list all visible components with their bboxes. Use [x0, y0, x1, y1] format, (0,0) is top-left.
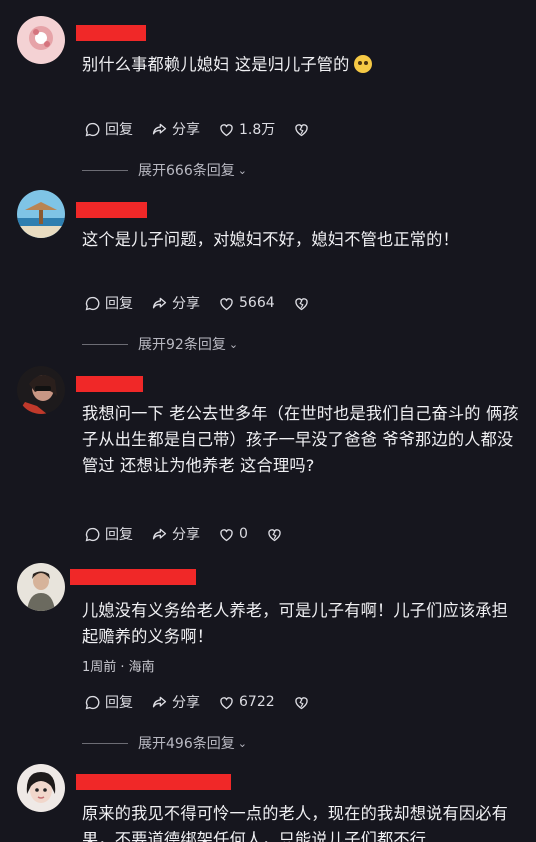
- comment-text-content: 我想问一下 老公去世多年（在世时也是我们自己奋斗的 俩孩子从出生都是自己带）孩子…: [82, 404, 519, 475]
- expand-replies-label: 展开496条回复: [138, 736, 235, 752]
- share-label: 分享: [172, 122, 200, 138]
- expand-replies-label: 展开666条回复: [138, 163, 235, 179]
- share-button[interactable]: 分享: [151, 524, 200, 544]
- dislike-button[interactable]: [293, 121, 310, 138]
- comment-text: 我想问一下 老公去世多年（在世时也是我们自己奋斗的 俩孩子从出生都是自己带）孩子…: [82, 401, 522, 479]
- like-button[interactable]: 5664: [218, 295, 275, 312]
- share-icon: [152, 123, 167, 134]
- like-count: 1.8万: [239, 122, 276, 138]
- comment-actions: 回复 分享 6722: [84, 691, 310, 713]
- comment-text-content: 原来的我见不得可怜一点的老人，现在的我却想说有因必有果，不要道德绑架任何人，只能…: [82, 804, 509, 842]
- share-icon: [152, 297, 167, 308]
- sweat-smile-emoji-icon: [353, 55, 372, 73]
- avatar[interactable]: [17, 190, 65, 238]
- reply-label: 回复: [105, 527, 133, 543]
- chevron-down-icon: ⌄: [237, 736, 247, 750]
- comment-actions: 回复 分享 5664: [84, 292, 310, 314]
- comment-text: 这个是儿子问题，对媳妇不好，媳妇不管也正常的！: [82, 227, 522, 253]
- dislike-button[interactable]: [266, 526, 283, 543]
- reply-label: 回复: [105, 122, 133, 138]
- dislike-button[interactable]: [293, 295, 310, 312]
- broken-heart-icon: [294, 696, 308, 709]
- divider: [82, 169, 128, 171]
- heart-icon: [220, 297, 233, 310]
- broken-heart-icon: [294, 297, 308, 310]
- expand-replies-button[interactable]: 展开496条回复 ⌄: [82, 733, 247, 753]
- reply-icon: [85, 695, 100, 709]
- comment-actions: 回复 分享 1.8万: [84, 118, 310, 140]
- timestamp-location: 1周前 · 海南: [82, 660, 155, 675]
- reply-icon: [85, 122, 100, 136]
- redacted-username[interactable]: [76, 774, 231, 790]
- redacted-username[interactable]: [76, 376, 143, 392]
- expand-replies-button[interactable]: 展开92条回复 ⌄: [82, 334, 238, 354]
- like-button[interactable]: 1.8万: [218, 119, 275, 139]
- reply-icon: [85, 527, 100, 541]
- reply-button[interactable]: 回复: [84, 293, 133, 313]
- divider: [82, 742, 128, 744]
- comment-text-content: 别什么事都赖儿媳妇 这是归儿子管的: [82, 55, 350, 74]
- avatar[interactable]: [17, 764, 65, 812]
- reply-label: 回复: [105, 296, 133, 312]
- expand-replies-label: 展开92条回复: [138, 337, 226, 353]
- broken-heart-icon: [268, 528, 281, 541]
- avatar[interactable]: [17, 563, 65, 611]
- avatar[interactable]: [17, 366, 65, 414]
- share-button[interactable]: 分享: [151, 119, 200, 139]
- comment-text-content: 这个是儿子问题，对媳妇不好，媳妇不管也正常的！: [82, 230, 459, 249]
- comment-text: 儿媳没有义务给老人养老，可是儿子有啊！儿子们应该承担起赡养的义务啊！: [82, 598, 522, 650]
- share-label: 分享: [172, 695, 200, 711]
- heart-icon: [220, 696, 233, 709]
- like-count: 5664: [239, 295, 275, 311]
- heart-icon: [220, 528, 233, 541]
- divider: [82, 343, 128, 345]
- like-count: 6722: [239, 694, 275, 710]
- avatar[interactable]: [17, 16, 65, 64]
- share-icon: [152, 528, 167, 539]
- share-label: 分享: [172, 527, 200, 543]
- like-button[interactable]: 0: [218, 526, 248, 543]
- expand-replies-button[interactable]: 展开666条回复 ⌄: [82, 160, 247, 180]
- like-count: 0: [239, 526, 248, 542]
- comment-feed: 别什么事都赖儿媳妇 这是归儿子管的 回复 分享 1.8万 展开666条回复 ⌄: [0, 0, 536, 842]
- redacted-username[interactable]: [70, 569, 196, 585]
- share-button[interactable]: 分享: [151, 293, 200, 313]
- dislike-button[interactable]: [293, 694, 310, 711]
- comment-text-content: 儿媳没有义务给老人养老，可是儿子有啊！儿子们应该承担起赡养的义务啊！: [82, 601, 509, 646]
- chevron-down-icon: ⌄: [237, 163, 247, 177]
- chevron-down-icon: ⌄: [228, 337, 239, 351]
- comment-actions: 回复 分享 0: [84, 523, 283, 545]
- redacted-username[interactable]: [76, 202, 147, 218]
- share-label: 分享: [172, 296, 200, 312]
- comment-text: 原来的我见不得可怜一点的老人，现在的我却想说有因必有果，不要道德绑架任何人，只能…: [82, 801, 522, 842]
- broken-heart-icon: [295, 123, 308, 136]
- share-button[interactable]: 分享: [151, 692, 200, 712]
- reply-button[interactable]: 回复: [84, 692, 133, 712]
- reply-button[interactable]: 回复: [84, 119, 133, 139]
- reply-label: 回复: [105, 695, 133, 711]
- heart-icon: [220, 123, 233, 136]
- reply-button[interactable]: 回复: [84, 524, 133, 544]
- comment-text: 别什么事都赖儿媳妇 这是归儿子管的: [82, 52, 522, 78]
- reply-icon: [85, 296, 100, 310]
- like-button[interactable]: 6722: [218, 694, 275, 711]
- redacted-username[interactable]: [76, 25, 146, 41]
- share-icon: [152, 696, 167, 707]
